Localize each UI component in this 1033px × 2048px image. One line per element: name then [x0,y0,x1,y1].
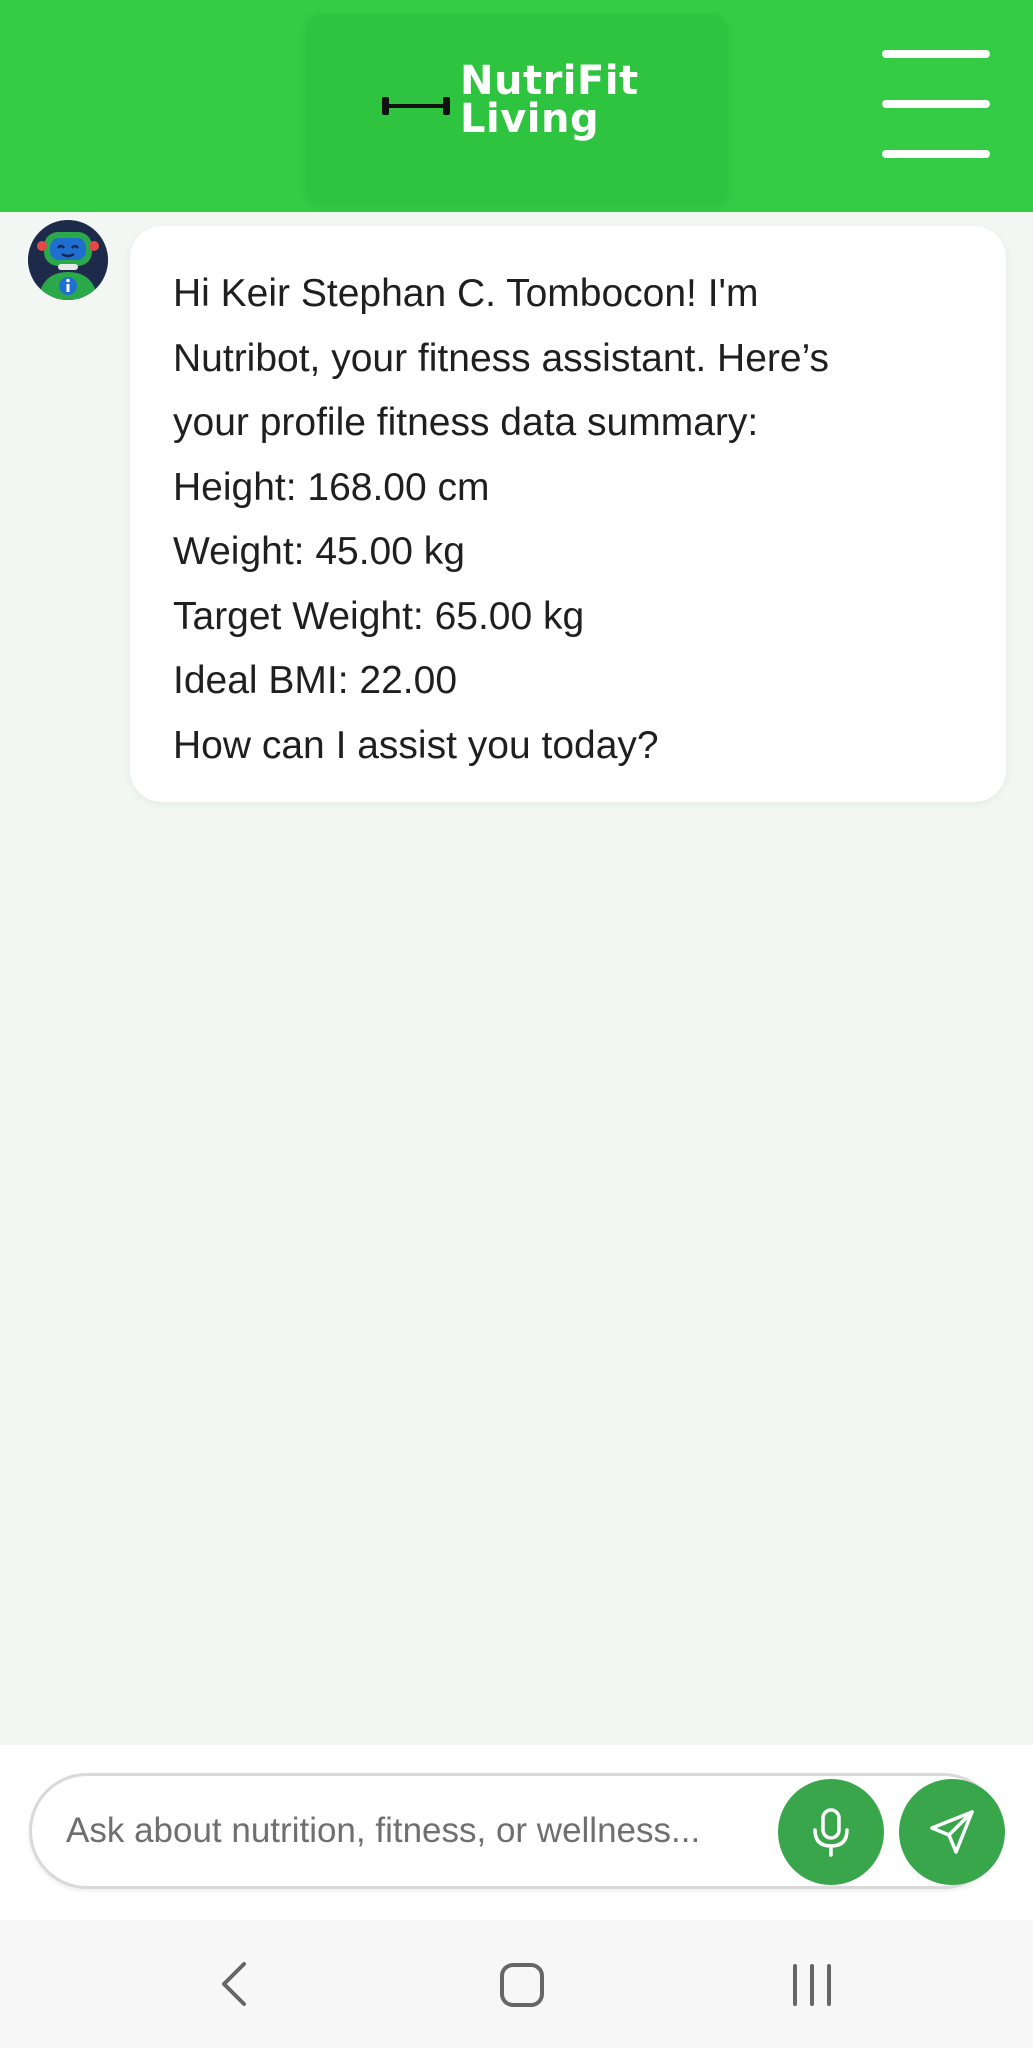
home-button[interactable] [462,1920,582,2048]
dumbbell-icon [382,97,450,115]
target-weight-line: Target Weight: 65.00 kg [173,594,585,638]
logo-line-1: NutriFit [460,58,639,104]
recents-button[interactable] [752,1920,872,2048]
menu-line [882,100,990,108]
app-header: NutriFit Living [0,0,1033,212]
message-line: How can I assist you today? [173,723,659,767]
message-line: Hi Keir Stephan C. Tombocon! I'm [173,272,759,315]
weight-line: Weight: 45.00 kg [173,530,465,573]
robot-avatar [28,220,108,300]
microphone-icon [813,1808,849,1857]
mic-button[interactable] [778,1779,884,1885]
hamburger-menu-icon[interactable] [882,46,990,162]
bot-message-bubble: Hi Keir Stephan C. Tombocon! I'm Nutribo… [130,226,1006,802]
app-logo-text: NutriFit Living [460,58,639,142]
message-line: Nutribot, your fitness assistant. Here’s [173,336,830,380]
recents-icon [793,1964,831,2006]
message-line: your profile fitness data summary: [173,401,759,444]
height-line: Height: 168.00 cm [173,465,490,509]
menu-line [882,150,990,158]
robot-icon [28,220,108,300]
home-square-icon [500,1963,544,2007]
back-button[interactable] [174,1920,294,2048]
logo-line-2: Living [460,96,600,142]
back-chevron-icon [222,1962,246,2006]
message-input[interactable] [66,1776,786,1886]
send-icon [930,1810,974,1854]
menu-line [882,50,990,58]
system-navigation-bar [0,1920,1033,2048]
ideal-bmi-line: Ideal BMI: 22.00 [173,659,458,702]
send-button[interactable] [899,1779,1005,1885]
